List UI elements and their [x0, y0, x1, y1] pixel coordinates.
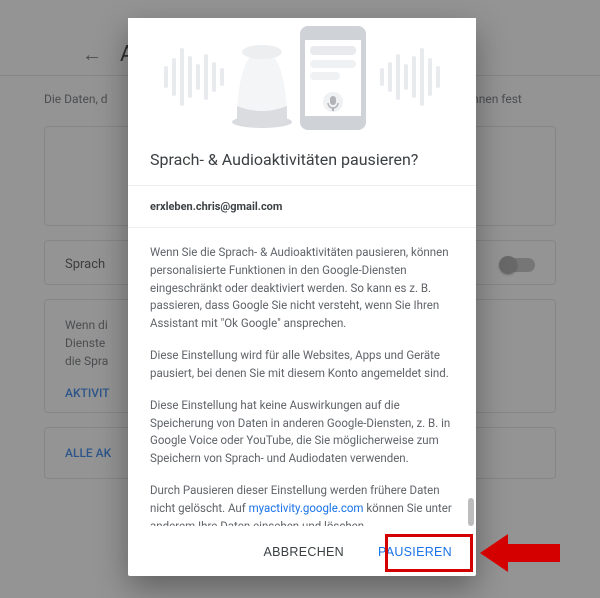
speaker-icon — [232, 45, 292, 128]
dialog-account: erxleben.chris@gmail.com — [128, 186, 476, 228]
cancel-button[interactable]: ABBRECHEN — [249, 535, 358, 569]
pause-dialog: ✕ — [128, 18, 476, 576]
dialog-content: Wenn Sie die Sprach- & Audioaktivitäten … — [128, 228, 476, 526]
phone-icon — [300, 26, 366, 130]
scrollbar[interactable] — [468, 228, 474, 526]
dialog-para-4: Durch Pausieren dieser Einstellung werde… — [150, 482, 454, 526]
link-myactivity[interactable]: myactivity.google.com — [249, 501, 364, 515]
dialog-headline: Sprach- & Audioaktivitäten pausieren? — [128, 136, 476, 186]
dialog-para-3: Diese Einstellung hat keine Auswirkungen… — [150, 397, 454, 468]
dialog-hero — [128, 18, 476, 136]
dialog-actions: ABBRECHEN PAUSIEREN — [128, 526, 476, 576]
hero-illustration — [142, 18, 462, 136]
pause-button[interactable]: PAUSIEREN — [364, 535, 466, 569]
dialog-para-2: Diese Einstellung wird für alle Websites… — [150, 347, 454, 383]
scrollbar-thumb[interactable] — [468, 498, 474, 526]
dialog-para-1: Wenn Sie die Sprach- & Audioaktivitäten … — [150, 244, 454, 333]
